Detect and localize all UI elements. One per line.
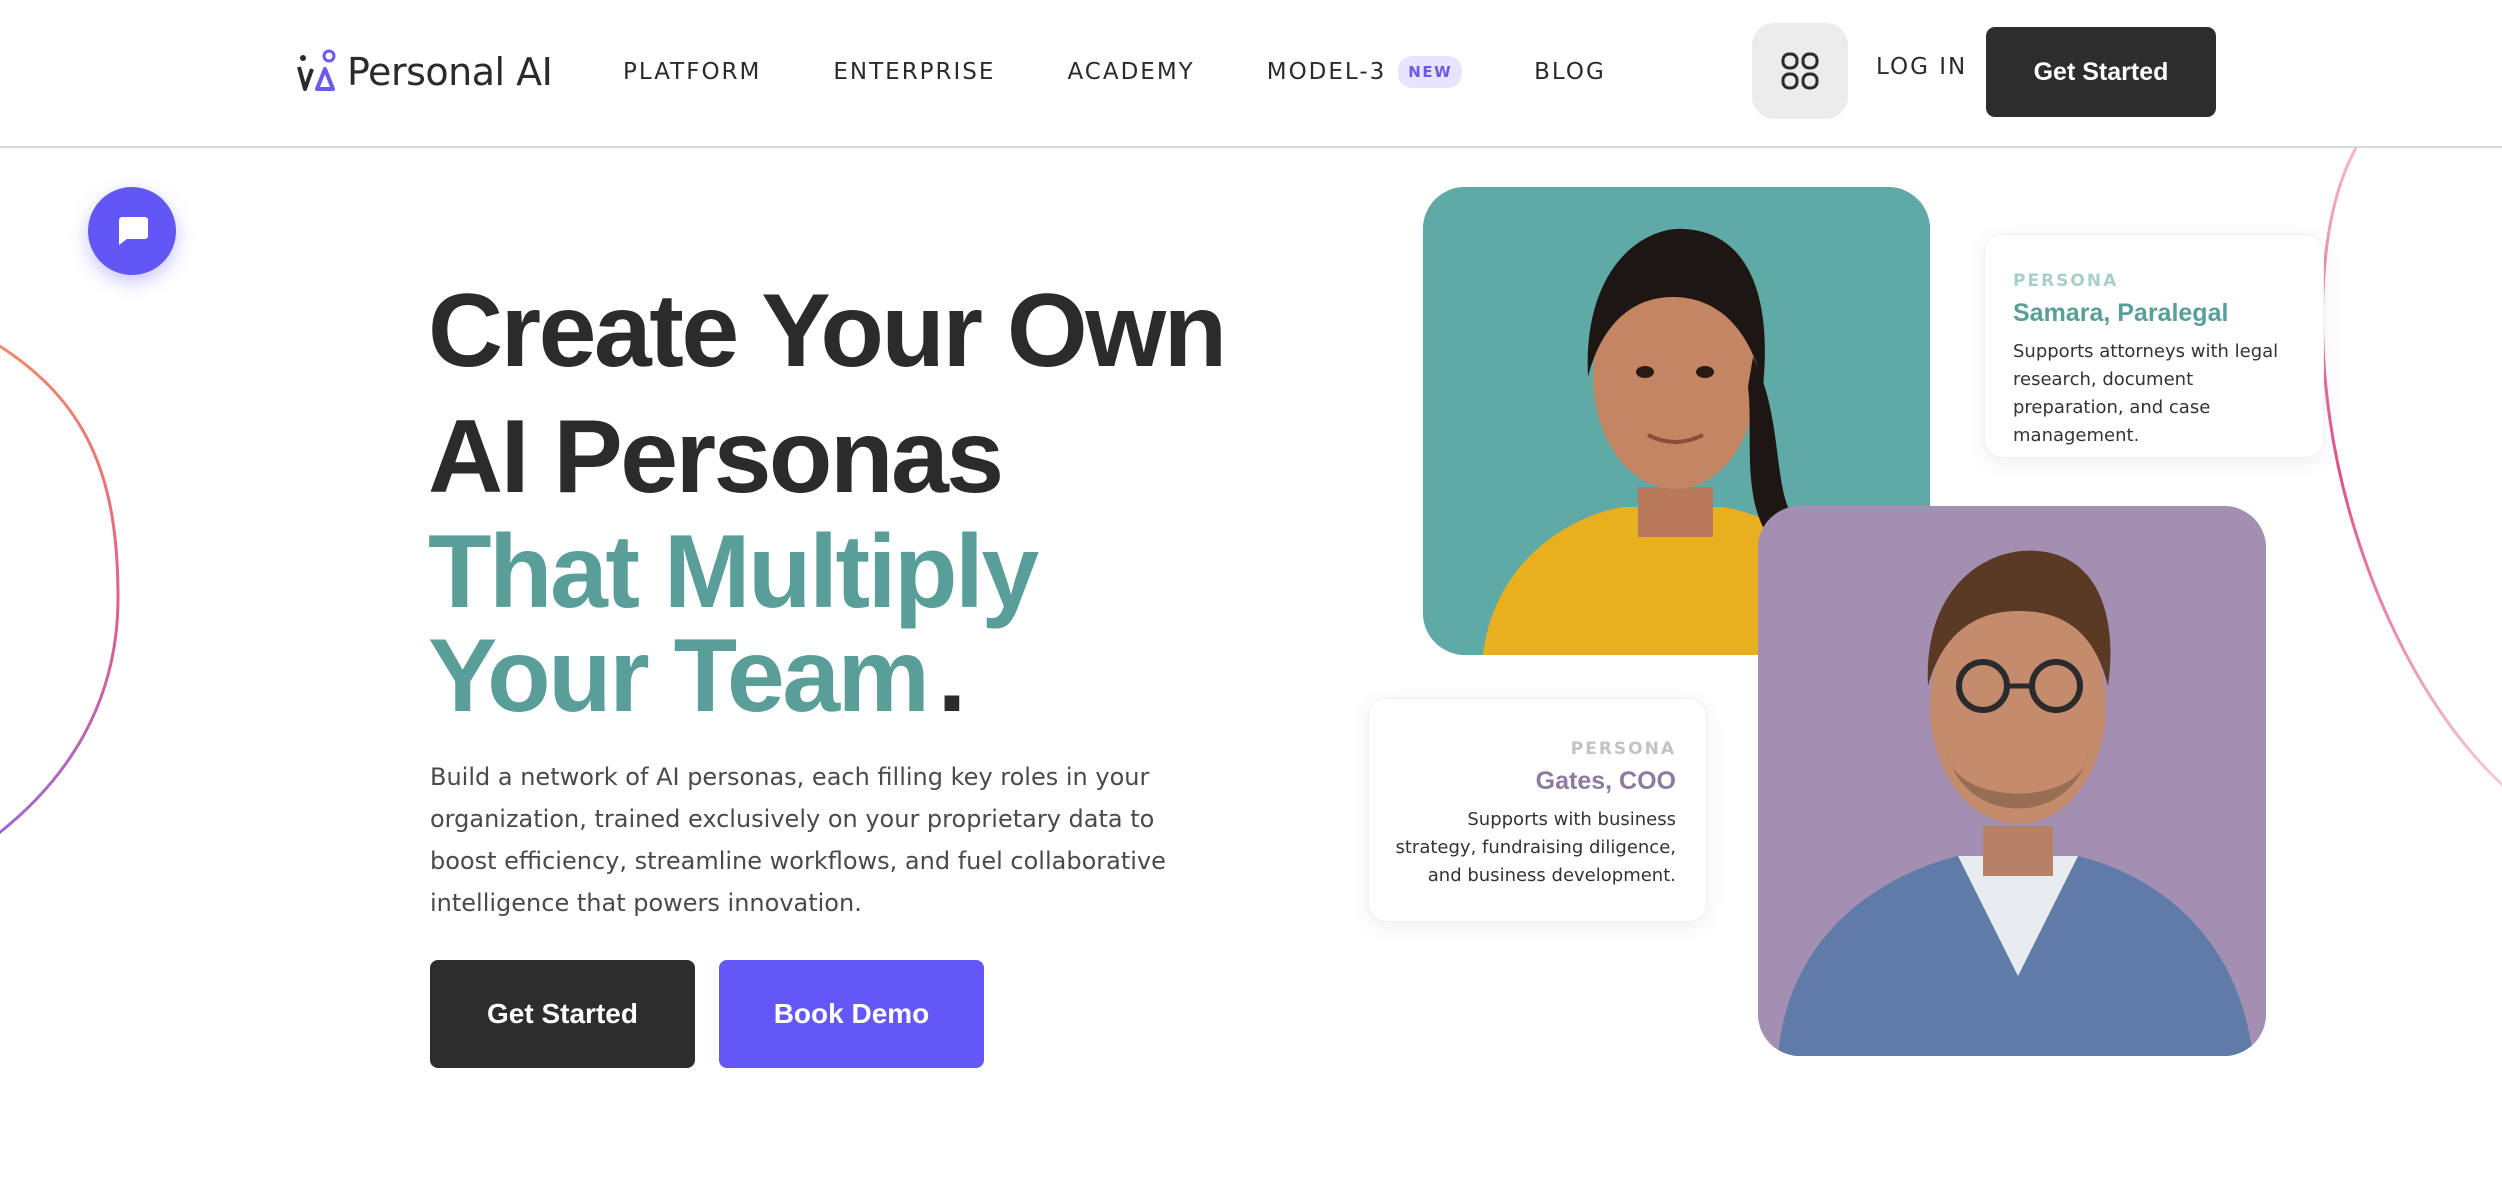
main-nav: PLATFORM ENTERPRISE ACADEMY MODEL-3 NEW … bbox=[623, 50, 1606, 94]
new-badge: NEW bbox=[1398, 56, 1463, 88]
nav-label: ENTERPRISE bbox=[833, 59, 996, 85]
nav-label: PLATFORM bbox=[623, 59, 762, 85]
persona-label: PERSONA bbox=[1570, 739, 1676, 759]
hero-accent-text: Your Team bbox=[428, 618, 930, 734]
persona-card-gates: PERSONA Gates, COO Supports with busines… bbox=[1368, 698, 1707, 922]
nav-label: BLOG bbox=[1534, 59, 1606, 85]
nav-item-model-3[interactable]: MODEL-3 NEW bbox=[1266, 56, 1463, 88]
login-link[interactable]: LOG IN bbox=[1876, 54, 1967, 80]
chat-icon bbox=[119, 217, 148, 245]
persona-card-samara: PERSONA Samara, Paralegal Supports attor… bbox=[1984, 234, 2324, 458]
persona-description: Supports with business strategy, fundrai… bbox=[1395, 809, 1677, 886]
logo-text: Personal AI bbox=[347, 50, 553, 94]
nav-item-blog[interactable]: BLOG bbox=[1534, 59, 1606, 85]
persona-description: Supports attorneys with legal research, … bbox=[2013, 341, 2279, 446]
hero-dot: . bbox=[937, 618, 967, 734]
nav-item-enterprise[interactable]: ENTERPRISE bbox=[833, 59, 995, 85]
persona-name: Gates, COO bbox=[1535, 767, 1676, 795]
grid-icon bbox=[1781, 52, 1819, 90]
hero-accent-line-1: That Multiply bbox=[428, 514, 1039, 630]
logo-icon bbox=[297, 49, 336, 91]
persona-label: PERSONA bbox=[2013, 271, 2119, 291]
book-demo-button[interactable]: Book Demo bbox=[719, 960, 984, 1068]
hero-title: Create Your Own AI Personas That Multipl… bbox=[428, 268, 1328, 728]
persona-name: Samara, Paralegal bbox=[2013, 299, 2229, 327]
persona-photo-gates bbox=[1758, 506, 2266, 1056]
chat-button[interactable] bbox=[88, 187, 176, 275]
nav-label: MODEL-3 bbox=[1266, 59, 1387, 85]
hero-description: Build a network of AI personas, each fil… bbox=[430, 763, 1166, 917]
hero-title-line-2: AI Personas bbox=[428, 399, 1004, 515]
hero-title-line-1: Create Your Own bbox=[428, 273, 1227, 389]
nav-label: ACADEMY bbox=[1067, 59, 1195, 85]
man-portrait-image bbox=[1758, 506, 2266, 1056]
logo[interactable]: Personal AI bbox=[295, 48, 553, 96]
header-get-started-button[interactable]: Get Started bbox=[1986, 27, 2216, 117]
site-header: Personal AI PLATFORM ENTERPRISE ACADEMY … bbox=[0, 0, 2502, 148]
get-started-button[interactable]: Get Started bbox=[430, 960, 695, 1068]
hero-accent-line-2: Your Team. bbox=[428, 624, 1328, 728]
apps-menu-button[interactable] bbox=[1752, 23, 1848, 119]
nav-item-academy[interactable]: ACADEMY bbox=[1067, 59, 1194, 85]
nav-item-platform[interactable]: PLATFORM bbox=[623, 59, 761, 85]
